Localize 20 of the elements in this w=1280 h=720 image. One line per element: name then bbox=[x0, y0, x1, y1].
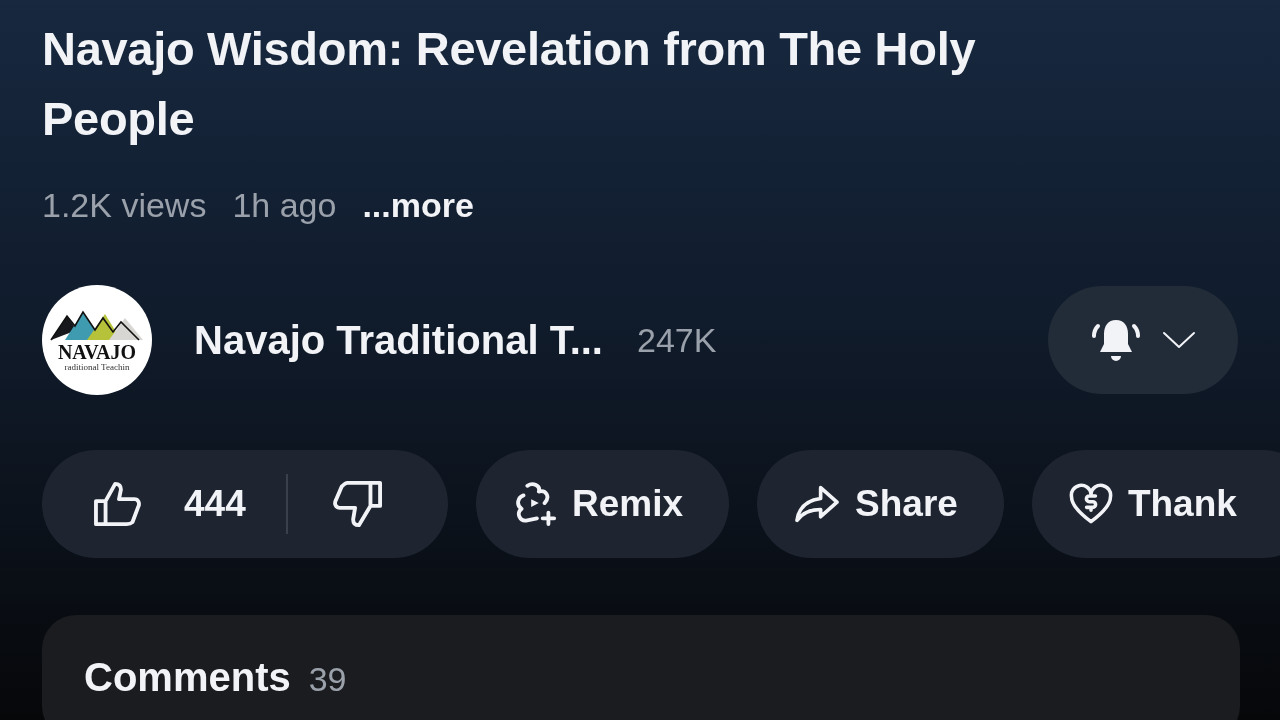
logo-text: NAVAJO bbox=[57, 342, 137, 362]
upload-time: 1h ago bbox=[232, 186, 337, 225]
more-link[interactable]: ...more bbox=[362, 186, 474, 225]
chevron-down-icon bbox=[1162, 330, 1196, 350]
share-button[interactable]: Share bbox=[757, 450, 1004, 558]
share-icon bbox=[793, 484, 842, 524]
logo-subtext: raditional Teachin bbox=[64, 362, 130, 372]
channel-avatar[interactable]: NAVAJO raditional Teachin bbox=[42, 285, 152, 395]
comments-card[interactable]: Comments 39 bbox=[42, 615, 1240, 720]
subscriber-count: 247K bbox=[637, 320, 717, 360]
comments-title: Comments bbox=[84, 655, 291, 700]
view-count: 1.2K views bbox=[42, 186, 207, 225]
thanks-button[interactable]: Thank bbox=[1031, 450, 1280, 558]
channel-name[interactable]: Navajo Traditional T... bbox=[194, 317, 603, 363]
like-button[interactable]: 444 bbox=[42, 450, 246, 558]
video-title: Navajo Wisdom: Revelation from The Holy People bbox=[42, 21, 977, 147]
comments-count: 39 bbox=[308, 660, 347, 699]
remix-button[interactable]: Remix bbox=[476, 450, 730, 558]
mountains-icon bbox=[49, 308, 145, 342]
heart-dollar-icon bbox=[1067, 482, 1114, 526]
